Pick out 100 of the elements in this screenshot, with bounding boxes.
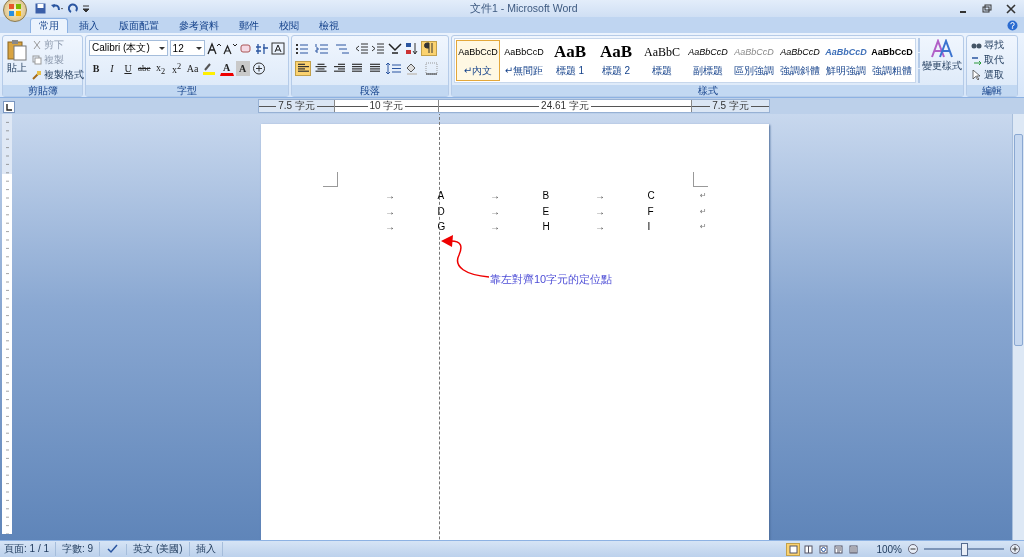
group-label: 段落	[292, 85, 448, 96]
margin-mark	[323, 172, 338, 187]
ribbon-tab[interactable]: 版面配置	[110, 18, 168, 33]
align-button[interactable]	[295, 60, 311, 76]
increase-indent-icon[interactable]	[371, 41, 385, 55]
document-text: F	[647, 205, 655, 217]
ruler-measurement: 10 字元	[369, 99, 404, 113]
zoom-out-icon[interactable]	[908, 544, 918, 554]
save-icon[interactable]	[35, 3, 46, 14]
document-text: C	[647, 190, 656, 202]
window-title: 文件1 - Microsoft Word	[470, 2, 578, 16]
view-button[interactable]	[831, 542, 846, 556]
tab-mark: →	[385, 221, 396, 233]
letters-icon	[931, 39, 953, 59]
editing-button[interactable]: 取代	[970, 53, 1014, 67]
document-text: H	[542, 221, 551, 233]
format-button[interactable]: U	[121, 60, 135, 76]
language-indicator[interactable]: 英文 (美國)	[133, 542, 190, 556]
pointer-icon	[971, 70, 982, 80]
curved-arrow	[441, 235, 490, 278]
change-styles-button[interactable]: 變更樣式	[922, 38, 962, 83]
view-button[interactable]	[801, 542, 816, 556]
ribbon-tab[interactable]: 郵件	[230, 18, 268, 33]
character-border-icon[interactable]	[271, 41, 285, 55]
annotation-text: 靠左對齊10字元的定位點	[490, 272, 613, 287]
font-color-button[interactable]: A	[219, 60, 234, 76]
format-button[interactable]: B	[89, 60, 103, 76]
insert-mode-indicator[interactable]: 插入	[195, 542, 223, 556]
phonetic-guide-icon[interactable]	[255, 41, 269, 55]
clipboard-icon	[7, 39, 27, 61]
tab-mark: →	[490, 221, 501, 233]
ruler-measurement: 7.5 字元	[278, 99, 315, 113]
font-size-field[interactable]: 12	[169, 40, 205, 56]
document-text: E	[542, 205, 551, 217]
zoom-level[interactable]: 100%	[876, 543, 902, 555]
highlight-icon[interactable]	[201, 61, 218, 75]
ruler-measurement: 7.5 字元	[712, 99, 749, 113]
paste-button[interactable]: 貼上	[6, 38, 28, 83]
view-button[interactable]	[846, 542, 861, 556]
editing-button[interactable]: 選取	[970, 68, 1014, 82]
page-count[interactable]: 頁面: 1 / 1	[4, 542, 56, 556]
customize-caret-icon[interactable]	[83, 4, 89, 13]
horizontal-ruler[interactable]: 7.5 字元 10 字元 24.61 字元 7.5 字元	[258, 99, 770, 113]
group-label: 樣式	[452, 85, 963, 96]
tab-mark: →	[595, 190, 606, 202]
tab-mark: →	[385, 190, 396, 202]
enclose-character-icon[interactable]	[251, 61, 266, 75]
paragraph-mark: ↵	[700, 222, 707, 232]
spelling-check-icon[interactable]	[106, 543, 128, 555]
shrink-font-icon[interactable]	[223, 41, 237, 55]
help-icon[interactable]	[1007, 20, 1018, 31]
redo-icon[interactable]	[68, 3, 79, 14]
tab-mark: →	[595, 221, 606, 233]
zoom-in-icon[interactable]	[1010, 544, 1020, 554]
zoom-slider-thumb[interactable]	[961, 543, 968, 556]
sort-icon[interactable]	[405, 41, 419, 55]
tab-mark: →	[385, 205, 396, 217]
line-spacing-icon[interactable]	[385, 61, 403, 75]
format-button[interactable]: abe	[137, 60, 152, 76]
word-count[interactable]: 字數: 9	[62, 542, 101, 556]
grow-font-icon[interactable]	[207, 41, 221, 55]
view-button[interactable]	[816, 542, 831, 556]
tab-mark: →	[595, 205, 606, 217]
ribbon-tab[interactable]: 檢視	[310, 18, 348, 33]
format-button[interactable]: I	[105, 60, 119, 76]
ribbon-tab[interactable]: 參考資料	[170, 18, 228, 33]
editing-button[interactable]: 尋找	[970, 38, 1014, 52]
ribbon-tab[interactable]: 常用	[30, 18, 68, 33]
document-text: D	[437, 205, 446, 217]
show-marks-button[interactable]	[421, 40, 437, 56]
font-name-field[interactable]: Calibri (本文)	[89, 40, 168, 56]
group-label: 編輯	[967, 85, 1017, 96]
paintbrush-icon	[32, 70, 42, 80]
format-painter-button[interactable]: 複製格式	[31, 68, 85, 82]
group-label: 字型	[86, 85, 288, 96]
tab-selector[interactable]	[3, 101, 15, 113]
tab-mark: →	[490, 190, 501, 202]
style-option[interactable]: AaBbCcD ↵內文	[456, 40, 500, 81]
close-icon[interactable]	[1006, 3, 1016, 14]
gallery-scrollbar[interactable]	[918, 38, 920, 83]
vertical-scrollbar[interactable]	[1012, 114, 1024, 540]
asian-layout-icon[interactable]	[387, 41, 403, 55]
ribbon-tab[interactable]: 插入	[70, 18, 108, 33]
document-text: I	[647, 221, 652, 233]
scissors-icon	[32, 40, 42, 50]
group-label: 剪貼簿	[3, 85, 82, 96]
restore-icon[interactable]	[982, 3, 992, 14]
ribbon-tab[interactable]: 校閱	[270, 18, 308, 33]
office-button[interactable]	[3, 0, 27, 22]
paragraph-mark: ↵	[700, 206, 707, 216]
character-shading-button[interactable]: A	[235, 60, 250, 76]
margin-mark	[693, 172, 708, 187]
format-button[interactable]: x$^{2}$	[169, 60, 184, 76]
decrease-indent-icon[interactable]	[355, 41, 369, 55]
ruler-measurement: 24.61 字元	[541, 99, 589, 113]
format-button[interactable]: Aa	[185, 60, 200, 76]
tab-mark: →	[490, 205, 501, 217]
document-text: B	[542, 190, 551, 202]
format-button[interactable]: x$_{2}$	[153, 60, 168, 76]
office-logo-icon	[7, 1, 23, 18]
